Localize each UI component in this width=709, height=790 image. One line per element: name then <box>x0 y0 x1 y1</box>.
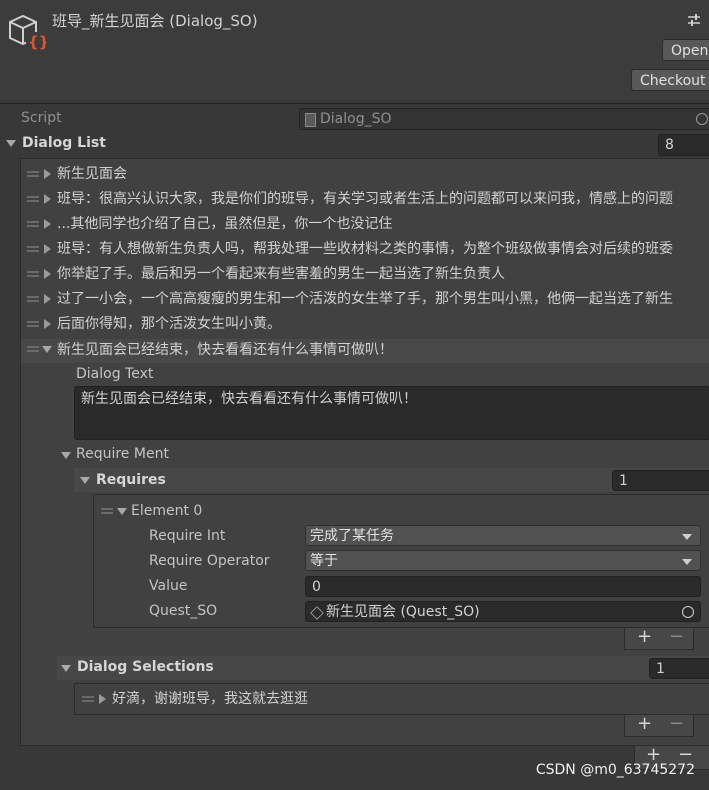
drag-handle-icon[interactable] <box>82 696 94 702</box>
list-item-label: 过了一小会，一个高高瘦瘦的男生和一个活泼的女生举了手，那个男生叫小黑，他俩一起当… <box>57 291 673 307</box>
selections-remove-button[interactable]: − <box>669 713 684 734</box>
dialog-text-area[interactable]: 新生见面会已经结束，快去看看还有什么事情可做叭！ <box>74 386 709 440</box>
object-picker-icon[interactable] <box>682 606 694 618</box>
settings-sliders-icon[interactable] <box>686 12 702 28</box>
require-int-value: 完成了某任务 <box>310 528 394 544</box>
expand-arrow-icon[interactable] <box>44 244 51 254</box>
requires-remove-button[interactable]: − <box>669 626 684 647</box>
watermark-text: CSDN @m0_63745272 <box>535 762 695 778</box>
inspector-title: 班导_新生见面会 (Dialog_SO) <box>52 12 258 30</box>
selections-add-button[interactable]: + <box>637 713 652 734</box>
drag-handle-icon[interactable] <box>27 346 39 352</box>
quest-so-icon <box>310 606 324 620</box>
list-item-label: 新生见面会已经结束，快去看看还有什么事情可做叭！ <box>57 342 393 358</box>
requires-label: Requires <box>96 472 166 488</box>
requires-add-button[interactable]: + <box>637 626 652 647</box>
require-operator-value: 等于 <box>310 553 338 569</box>
expand-arrow-icon[interactable] <box>44 319 51 329</box>
expand-arrow-icon[interactable] <box>99 694 106 704</box>
expand-arrow-icon[interactable] <box>44 269 51 279</box>
dialog-selections-size-field[interactable]: 1 <box>649 658 709 679</box>
list-item-label: 班导：很高兴认识大家，我是你们的班导，有关学习或者生活上的问题都可以来问我，情感… <box>57 191 673 207</box>
dialog-list-foldout-icon[interactable] <box>6 140 16 147</box>
list-item-label: 班导：有人想做新生负责人吗，帮我处理一些收材料之类的事情，为整个班级做事情会对后… <box>57 241 673 257</box>
dialog-selections-label: Dialog Selections <box>77 659 214 675</box>
expand-arrow-icon[interactable] <box>44 169 51 179</box>
quest-so-value: 新生见面会 (Quest_SO) <box>326 604 480 620</box>
scriptable-object-icon: {} <box>6 12 49 52</box>
require-operator-label: Require Operator <box>149 553 270 569</box>
list-item-label: ...其他同学也介绍了自己，虽然但是，你一个也没记住 <box>57 216 393 232</box>
drag-handle-icon[interactable] <box>27 321 39 327</box>
require-ment-foldout-icon[interactable] <box>61 452 71 459</box>
drag-handle-icon[interactable] <box>101 508 113 514</box>
drag-handle-icon[interactable] <box>27 271 39 277</box>
drag-handle-icon[interactable] <box>27 221 39 227</box>
checkout-button[interactable]: Checkout <box>631 69 709 91</box>
require-ment-label: Require Ment <box>76 446 169 462</box>
require-operator-dropdown[interactable]: 等于 <box>305 550 701 571</box>
svg-text:{}: {} <box>28 33 46 51</box>
open-button[interactable]: Open <box>662 39 709 61</box>
element-label: Element 0 <box>131 503 203 519</box>
drag-handle-icon[interactable] <box>27 296 39 302</box>
script-value: Dialog_SO <box>320 111 392 127</box>
require-int-dropdown[interactable]: 完成了某任务 <box>305 525 701 546</box>
selection-item-label: 好滴，谢谢班导，我这就去逛逛 <box>112 691 308 707</box>
quest-so-label: Quest_SO <box>149 603 218 619</box>
drag-handle-icon[interactable] <box>27 246 39 252</box>
script-file-icon <box>305 113 316 127</box>
expand-arrow-icon[interactable] <box>44 219 51 229</box>
dialog-selections-foldout-icon[interactable] <box>61 665 71 672</box>
drag-handle-icon[interactable] <box>27 171 39 177</box>
dialog-list-label: Dialog List <box>22 135 106 151</box>
object-picker-icon[interactable] <box>696 113 708 125</box>
expand-arrow-icon[interactable] <box>44 294 51 304</box>
dropdown-arrow-icon <box>682 534 692 540</box>
dropdown-arrow-icon <box>682 559 692 565</box>
dialog-list-size-field[interactable]: 8 <box>658 134 709 156</box>
collapse-arrow-icon[interactable] <box>42 346 52 353</box>
value-field[interactable]: 0 <box>305 576 701 597</box>
header-divider <box>0 103 709 104</box>
script-label: Script <box>21 110 62 126</box>
quest-so-field[interactable]: 新生见面会 (Quest_SO) <box>305 601 701 622</box>
list-item-label: 新生见面会 <box>57 166 127 182</box>
list-item-label: 后面你得知，那个活泼女生叫小黄。 <box>57 316 281 332</box>
require-int-label: Require Int <box>149 528 226 544</box>
requires-foldout-icon[interactable] <box>80 477 90 484</box>
requires-size-field[interactable]: 1 <box>612 470 709 491</box>
script-field: Dialog_SO <box>299 108 709 130</box>
value-label: Value <box>149 578 188 594</box>
element-foldout-icon[interactable] <box>117 508 127 515</box>
dialog-text-label: Dialog Text <box>76 366 154 382</box>
drag-handle-icon[interactable] <box>27 196 39 202</box>
expand-arrow-icon[interactable] <box>44 194 51 204</box>
list-item-label: 你举起了手。最后和另一个看起来有些害羞的男生一起当选了新生负责人 <box>57 266 505 282</box>
